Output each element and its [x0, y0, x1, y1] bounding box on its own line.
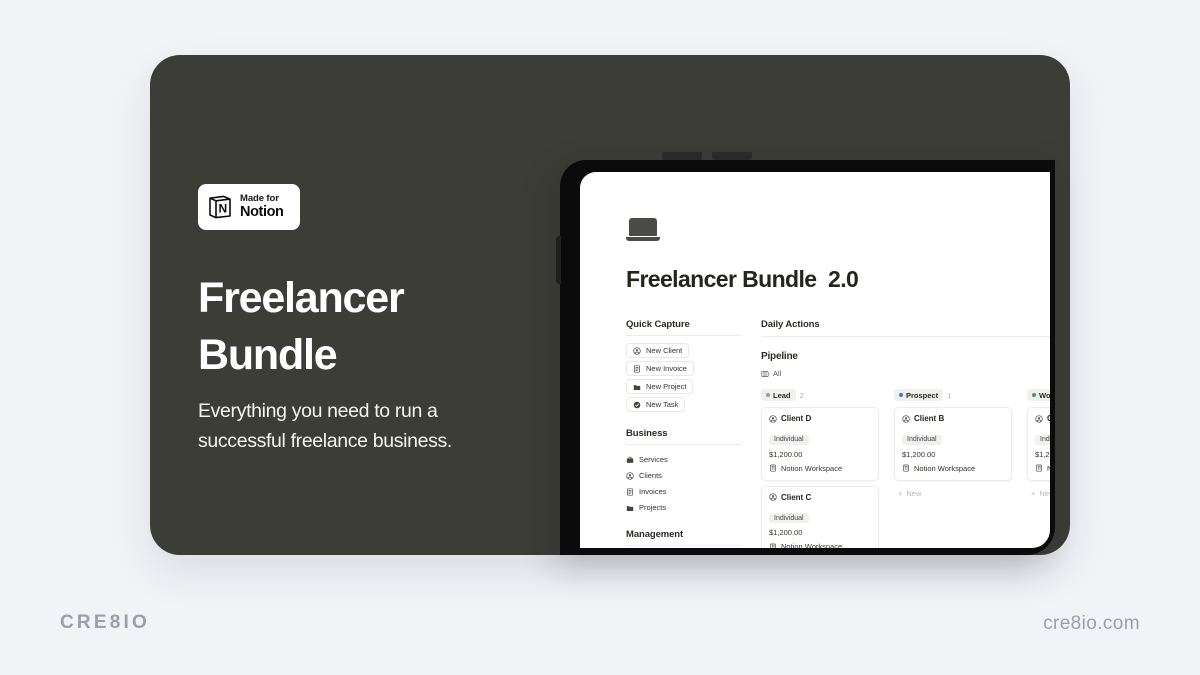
building-icon: [770, 464, 776, 472]
folder-icon: [633, 384, 641, 390]
promo-headline: Freelancer Bundle: [198, 274, 405, 379]
board-card[interactable]: Client D Individual $1,200.00 Notion Wor…: [761, 407, 879, 481]
quick-capture-new-project-label: New Project: [646, 382, 687, 391]
nav-item-invoices[interactable]: Invoices: [626, 484, 741, 499]
section-heading-quick-capture: Quick Capture: [626, 319, 741, 336]
quick-capture-new-project-button[interactable]: New Project: [626, 379, 694, 394]
folder-icon: [626, 505, 634, 511]
page-title: Freelancer Bundle 2.0: [626, 266, 859, 292]
board-card-title: Client D: [781, 414, 812, 423]
board-column-won-label: Won: [1039, 390, 1050, 400]
board-column-lead-count: 2: [799, 390, 804, 400]
section-heading-business: Business: [626, 428, 741, 445]
board-column-prospect: Prospect 1 Client B Individual $1,200.00: [894, 389, 1012, 548]
board-card-amount: $1,200.00: [769, 528, 803, 537]
brand-website-url: cre8io.com: [1043, 613, 1140, 634]
board-column-lead-chip[interactable]: Lead: [761, 389, 796, 401]
board-column-lead-label: Lead: [773, 390, 791, 400]
nav-item-services[interactable]: Services: [626, 452, 741, 467]
board-card-relation: Notion Workspace: [1047, 463, 1050, 473]
board-card-tag: Individual: [769, 434, 809, 445]
board-card-title: Client C: [781, 492, 812, 502]
board-column-prospect-count: 1: [947, 390, 952, 400]
person-circle-icon: [769, 493, 777, 501]
board-card-amount: $1,200.00: [1035, 449, 1050, 459]
board-view-icon: [761, 370, 769, 377]
check-circle-icon: [633, 401, 641, 408]
section-heading-daily-actions: Daily Actions: [761, 319, 1050, 337]
quick-capture-new-invoice-label: New Invoice: [646, 364, 687, 373]
briefcase-icon: [626, 456, 634, 463]
pipeline-heading: Pipeline: [761, 351, 798, 362]
quick-capture-new-task-label: New Task: [646, 400, 679, 409]
nav-item-clients[interactable]: Clients: [626, 468, 741, 483]
board-card-amount: $1,200.00: [769, 449, 803, 459]
notion-page: Freelancer Bundle 2.0 Quick Capture New …: [580, 172, 1050, 548]
board-card-amount: $1,200.00: [902, 449, 936, 459]
status-dot: [766, 393, 770, 397]
main-column: Daily Actions Pipeline All Lead 2 Client…: [761, 319, 1050, 548]
board-column-prospect-chip[interactable]: Prospect: [894, 389, 944, 401]
board-add-new-button[interactable]: + New: [1027, 486, 1050, 501]
board-column-won: Won Client A Individual $1,200.00: [1027, 389, 1050, 548]
laptop-icon: [626, 218, 660, 244]
pipeline-board: Lead 2 Client D Individual $1,200.00 Not…: [761, 389, 1050, 548]
brand-wordmark: CRE8IO: [60, 612, 150, 633]
board-card-relation: Notion Workspace: [914, 463, 976, 473]
person-circle-icon: [633, 346, 641, 355]
board-column-lead: Lead 2 Client D Individual $1,200.00 Not…: [761, 389, 879, 548]
badge-made-for-label: Made for: [240, 192, 279, 204]
person-circle-icon: [626, 471, 634, 480]
made-for-notion-badge: N Made for Notion: [198, 184, 300, 230]
board-card-tag: Individual: [902, 434, 942, 445]
board-card[interactable]: Client C Individual $1,200.00 Notion Wor…: [761, 485, 879, 548]
quick-capture-new-client-label: New Client: [646, 346, 683, 355]
status-dot: [1032, 393, 1036, 397]
board-card-title: Client A: [1047, 414, 1050, 423]
tablet-power-button: [556, 236, 561, 284]
svg-text:N: N: [218, 201, 227, 215]
person-circle-icon: [902, 414, 910, 423]
board-card-relation: Notion Workspace: [781, 463, 843, 473]
board-card-relation: Notion Workspace: [781, 542, 843, 548]
receipt-icon: [634, 364, 640, 373]
building-icon: [770, 543, 776, 548]
board-column-prospect-label: Prospect: [906, 390, 939, 400]
board-add-new-label: New: [906, 488, 922, 498]
board-card-tag: Individual: [769, 513, 809, 523]
plus-icon: +: [1031, 488, 1036, 498]
promo-subheadline: Everything you need to run a successful …: [198, 400, 452, 452]
board-card[interactable]: Client B Individual $1,200.00 Notion Wor…: [894, 407, 1012, 481]
quick-capture-new-task-button[interactable]: New Task: [626, 397, 686, 412]
board-card-tag: Individual: [1035, 434, 1050, 445]
pipeline-view-label: All: [773, 369, 782, 378]
nav-item-invoices-label: Invoices: [639, 487, 667, 496]
tablet-screen: Freelancer Bundle 2.0 Quick Capture New …: [580, 172, 1050, 548]
board-add-new-label: New: [1039, 488, 1050, 498]
board-add-new-button[interactable]: + New: [894, 486, 1012, 501]
badge-notion-label: Notion: [240, 203, 284, 220]
pipeline-view-tab[interactable]: All: [761, 369, 1050, 378]
quick-capture-new-invoice-button[interactable]: New Invoice: [626, 361, 694, 376]
sidebar-column: Quick Capture New Client New Invoice New…: [626, 319, 741, 548]
person-circle-icon: [1035, 414, 1043, 423]
board-card-title: Client B: [914, 414, 945, 423]
plus-icon: +: [898, 488, 903, 498]
person-circle-icon: [769, 414, 777, 423]
status-dot: [899, 393, 903, 397]
board-card[interactable]: Client A Individual $1,200.00 Notion Wor…: [1027, 407, 1050, 481]
nav-item-clients-label: Clients: [639, 471, 662, 480]
quick-capture-new-client-button[interactable]: New Client: [626, 343, 690, 358]
board-column-won-chip[interactable]: Won: [1027, 389, 1050, 401]
notion-cube-icon: N: [207, 194, 233, 220]
section-heading-management: Management: [626, 529, 741, 546]
nav-item-projects[interactable]: Projects: [626, 500, 741, 515]
building-icon: [903, 464, 909, 472]
receipt-icon: [627, 487, 633, 496]
nav-item-projects-label: Projects: [639, 503, 667, 512]
building-icon: [1036, 464, 1042, 472]
nav-item-services-label: Services: [639, 455, 668, 464]
